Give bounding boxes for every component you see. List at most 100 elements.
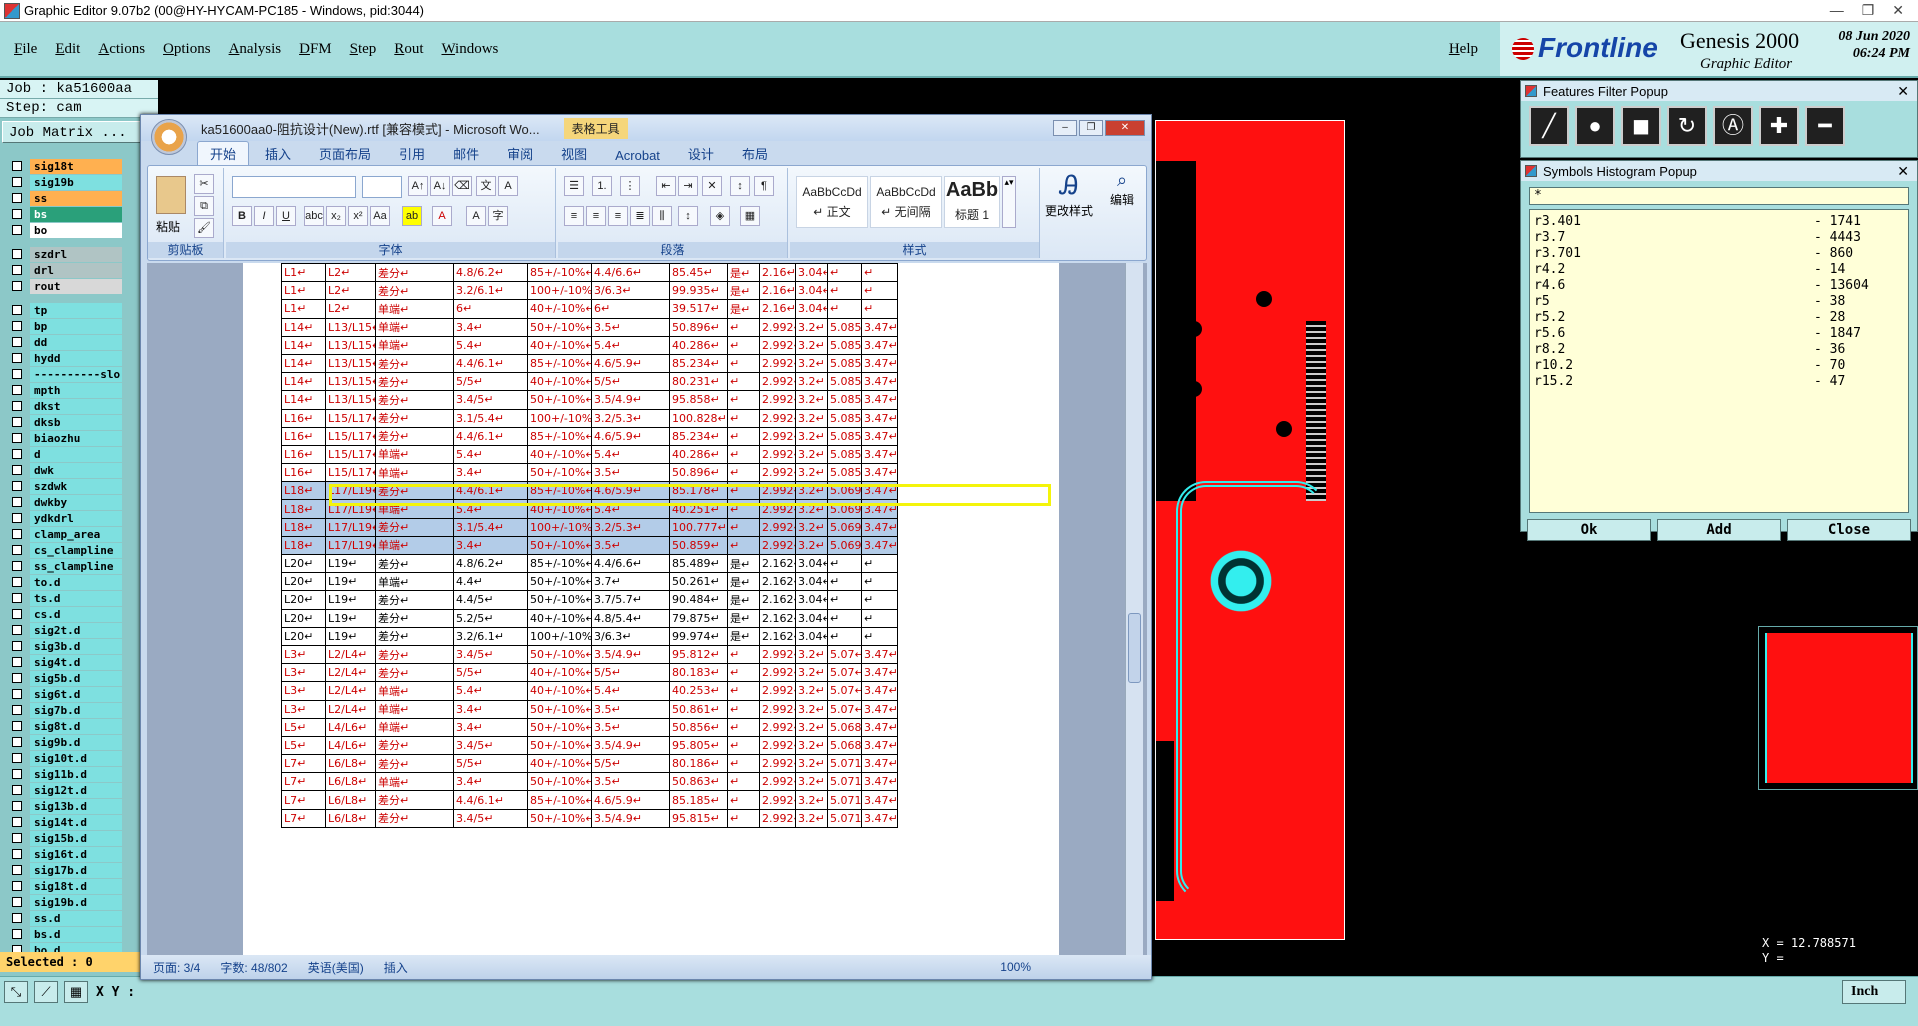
table-cell[interactable]: 85+/-10%↵: [527, 553, 592, 574]
layer-checkbox[interactable]: [12, 337, 22, 347]
symbol-list[interactable]: r3.401 - 1741 r3.7 - 4443 r3.701 - 860 r4.2 - 1…: [1529, 209, 1909, 513]
decrease-indent-icon[interactable]: ⇤: [656, 176, 676, 196]
table-cell[interactable]: 5.085↵: [827, 463, 862, 483]
table-cell[interactable]: 40+/-10%↵: [527, 608, 592, 628]
table-cell[interactable]: 2.992↵: [759, 735, 796, 756]
layer-row[interactable]: mpth: [0, 382, 158, 398]
menu-windows[interactable]: Windows: [441, 41, 498, 58]
table-cell[interactable]: L13/L15↵: [325, 317, 376, 337]
table-cell[interactable]: L20↵: [281, 608, 326, 628]
table-cell[interactable]: 3.2↵: [795, 353, 828, 374]
symbol-row[interactable]: r8.2 - 36: [1534, 342, 1904, 358]
table-row[interactable]: L14↵L13/L15↵单端↵3.4↵50+/-10%↵3.5↵50.896↵↵…: [281, 317, 898, 337]
table-cell[interactable]: ↵: [861, 572, 898, 592]
table-cell[interactable]: 2.992↵: [759, 444, 796, 465]
table-cell[interactable]: 4.8/6.2↵: [453, 263, 528, 283]
table-cell[interactable]: L2/L4↵: [325, 681, 376, 701]
table-cell[interactable]: ↵: [727, 390, 760, 410]
table-cell[interactable]: 2.162↵: [759, 590, 796, 610]
table-cell[interactable]: 95.815↵: [669, 808, 728, 828]
table-row[interactable]: L16↵L15/L17↵单端↵5.4↵40+/-10%↵5.4↵40.286↵↵…: [281, 444, 898, 465]
table-cell[interactable]: 差分↵: [375, 735, 454, 756]
table-cell[interactable]: ↵: [727, 463, 760, 483]
layer-checkbox[interactable]: [12, 225, 22, 235]
table-cell[interactable]: L2/L4↵: [325, 663, 376, 683]
table-cell[interactable]: 3.47↵: [861, 335, 898, 355]
layer-name[interactable]: d: [30, 446, 122, 462]
minimize-icon[interactable]: —: [1830, 2, 1844, 19]
table-cell[interactable]: 差分↵: [375, 517, 454, 537]
table-cell[interactable]: 2.992↵: [759, 772, 796, 792]
table-cell[interactable]: 2.992↵: [759, 517, 796, 537]
table-cell[interactable]: L18↵: [281, 481, 326, 501]
symbol-filter-input[interactable]: *: [1529, 187, 1909, 205]
ribbon-tab[interactable]: 插入: [253, 142, 303, 165]
layer-name[interactable]: sig7b.d: [30, 702, 122, 718]
table-cell[interactable]: 40.253↵: [669, 681, 728, 701]
table-cell[interactable]: 3.2↵: [795, 408, 828, 428]
table-cell[interactable]: 3.2↵: [795, 517, 828, 537]
close-icon[interactable]: ✕: [1892, 2, 1904, 19]
table-row[interactable]: L7↵ L6/L8↵ 单端↵ 3.4↵ 50+/-10%↵ 3.5↵ 50.863↵ ↵ 2.9…: [281, 772, 898, 792]
table-cell[interactable]: L3↵: [281, 663, 326, 683]
table-cell[interactable]: 3.4/5↵: [453, 390, 528, 410]
table-cell[interactable]: L2↵: [325, 299, 376, 319]
table-cell[interactable]: L16↵: [281, 426, 326, 446]
underline-icon[interactable]: U: [276, 206, 296, 226]
table-cell[interactable]: 50+/-10%↵: [527, 717, 592, 737]
layer-row[interactable]: bs: [0, 206, 158, 222]
table-cell[interactable]: L2↵: [325, 281, 376, 301]
table-cell[interactable]: ↵: [727, 317, 760, 337]
table-cell[interactable]: 3.47↵: [861, 517, 898, 537]
chinese-layout-icon[interactable]: ✕: [702, 176, 722, 196]
table-cell[interactable]: 3.2/6.1↵: [453, 626, 528, 646]
table-cell[interactable]: 4.4↵: [453, 572, 528, 592]
table-cell[interactable]: 2.992↵: [759, 372, 796, 392]
layer-checkbox[interactable]: [12, 193, 22, 203]
layer-checkbox[interactable]: [12, 385, 22, 395]
layer-checkbox[interactable]: [12, 417, 22, 427]
multilevel-icon[interactable]: ⋮: [620, 176, 640, 196]
layer-row[interactable]: dkst: [0, 398, 158, 414]
table-cell[interactable]: 是↵: [727, 263, 760, 283]
layer-checkbox[interactable]: [12, 929, 22, 939]
layer-checkbox[interactable]: [12, 209, 22, 219]
table-cell[interactable]: 3.2/6.1↵: [453, 281, 528, 301]
table-cell[interactable]: L3↵: [281, 699, 326, 719]
table-cell[interactable]: L14↵: [281, 390, 326, 410]
table-cell[interactable]: L18↵: [281, 499, 326, 519]
layer-checkbox[interactable]: [12, 849, 22, 859]
table-row[interactable]: L20↵ L19↵ 单端↵ 4.4↵ 50+/-10%↵ 3.7↵ 50.261↵ 是↵ 2.1…: [281, 572, 898, 592]
table-cell[interactable]: 5/5↵: [591, 754, 670, 774]
table-cell[interactable]: 5.071↵: [827, 754, 862, 774]
table-cell[interactable]: 85+/-10%↵: [527, 426, 592, 446]
table-cell[interactable]: L3↵: [281, 681, 326, 701]
add-tool-icon[interactable]: ✚: [1759, 106, 1799, 146]
table-cell[interactable]: 5.085↵: [827, 390, 862, 410]
table-cell[interactable]: 3.2/5.3↵: [591, 517, 670, 537]
layer-checkbox[interactable]: [12, 561, 22, 571]
layer-row[interactable]: sig8t.d: [0, 718, 158, 734]
table-cell[interactable]: 5/5↵: [591, 663, 670, 683]
layer-name[interactable]: sig19b: [30, 174, 122, 190]
table-cell[interactable]: ↵: [727, 681, 760, 701]
table-cell[interactable]: 5.085↵: [827, 444, 862, 465]
table-cell[interactable]: 3.47↵: [861, 426, 898, 446]
table-cell[interactable]: 3.47↵: [861, 754, 898, 774]
styles-scroll-icon[interactable]: ▴▾: [1002, 176, 1016, 228]
layer-checkbox[interactable]: [12, 497, 22, 507]
table-cell[interactable]: 99.974↵: [669, 626, 728, 646]
table-cell[interactable]: 40+/-10%↵: [527, 681, 592, 701]
ribbon-tab[interactable]: 开始: [197, 141, 250, 165]
table-cell[interactable]: 85.185↵: [669, 790, 728, 810]
pad-tool-icon[interactable]: ●: [1575, 106, 1615, 146]
symbol-row[interactable]: r3.7 - 4443: [1534, 230, 1904, 246]
text-tool-icon[interactable]: Ⓐ: [1713, 106, 1753, 146]
table-row[interactable]: L20↵ L19↵ 差分↵ 5.2/5↵ 40+/-10%↵ 4.8/5.4↵ 79.875…: [281, 608, 898, 628]
table-cell[interactable]: 3.4/5↵: [453, 808, 528, 828]
table-cell[interactable]: ↵: [727, 808, 760, 828]
table-cell[interactable]: ↵: [861, 590, 898, 610]
phonetic-icon[interactable]: 文: [476, 176, 496, 196]
layer-checkbox[interactable]: [12, 481, 22, 491]
table-row[interactable]: L20↵ L19↵ 差分↵ 4.4/5↵ 50+/-10%↵ 3.7/5.7↵ 90.484…: [281, 590, 898, 610]
